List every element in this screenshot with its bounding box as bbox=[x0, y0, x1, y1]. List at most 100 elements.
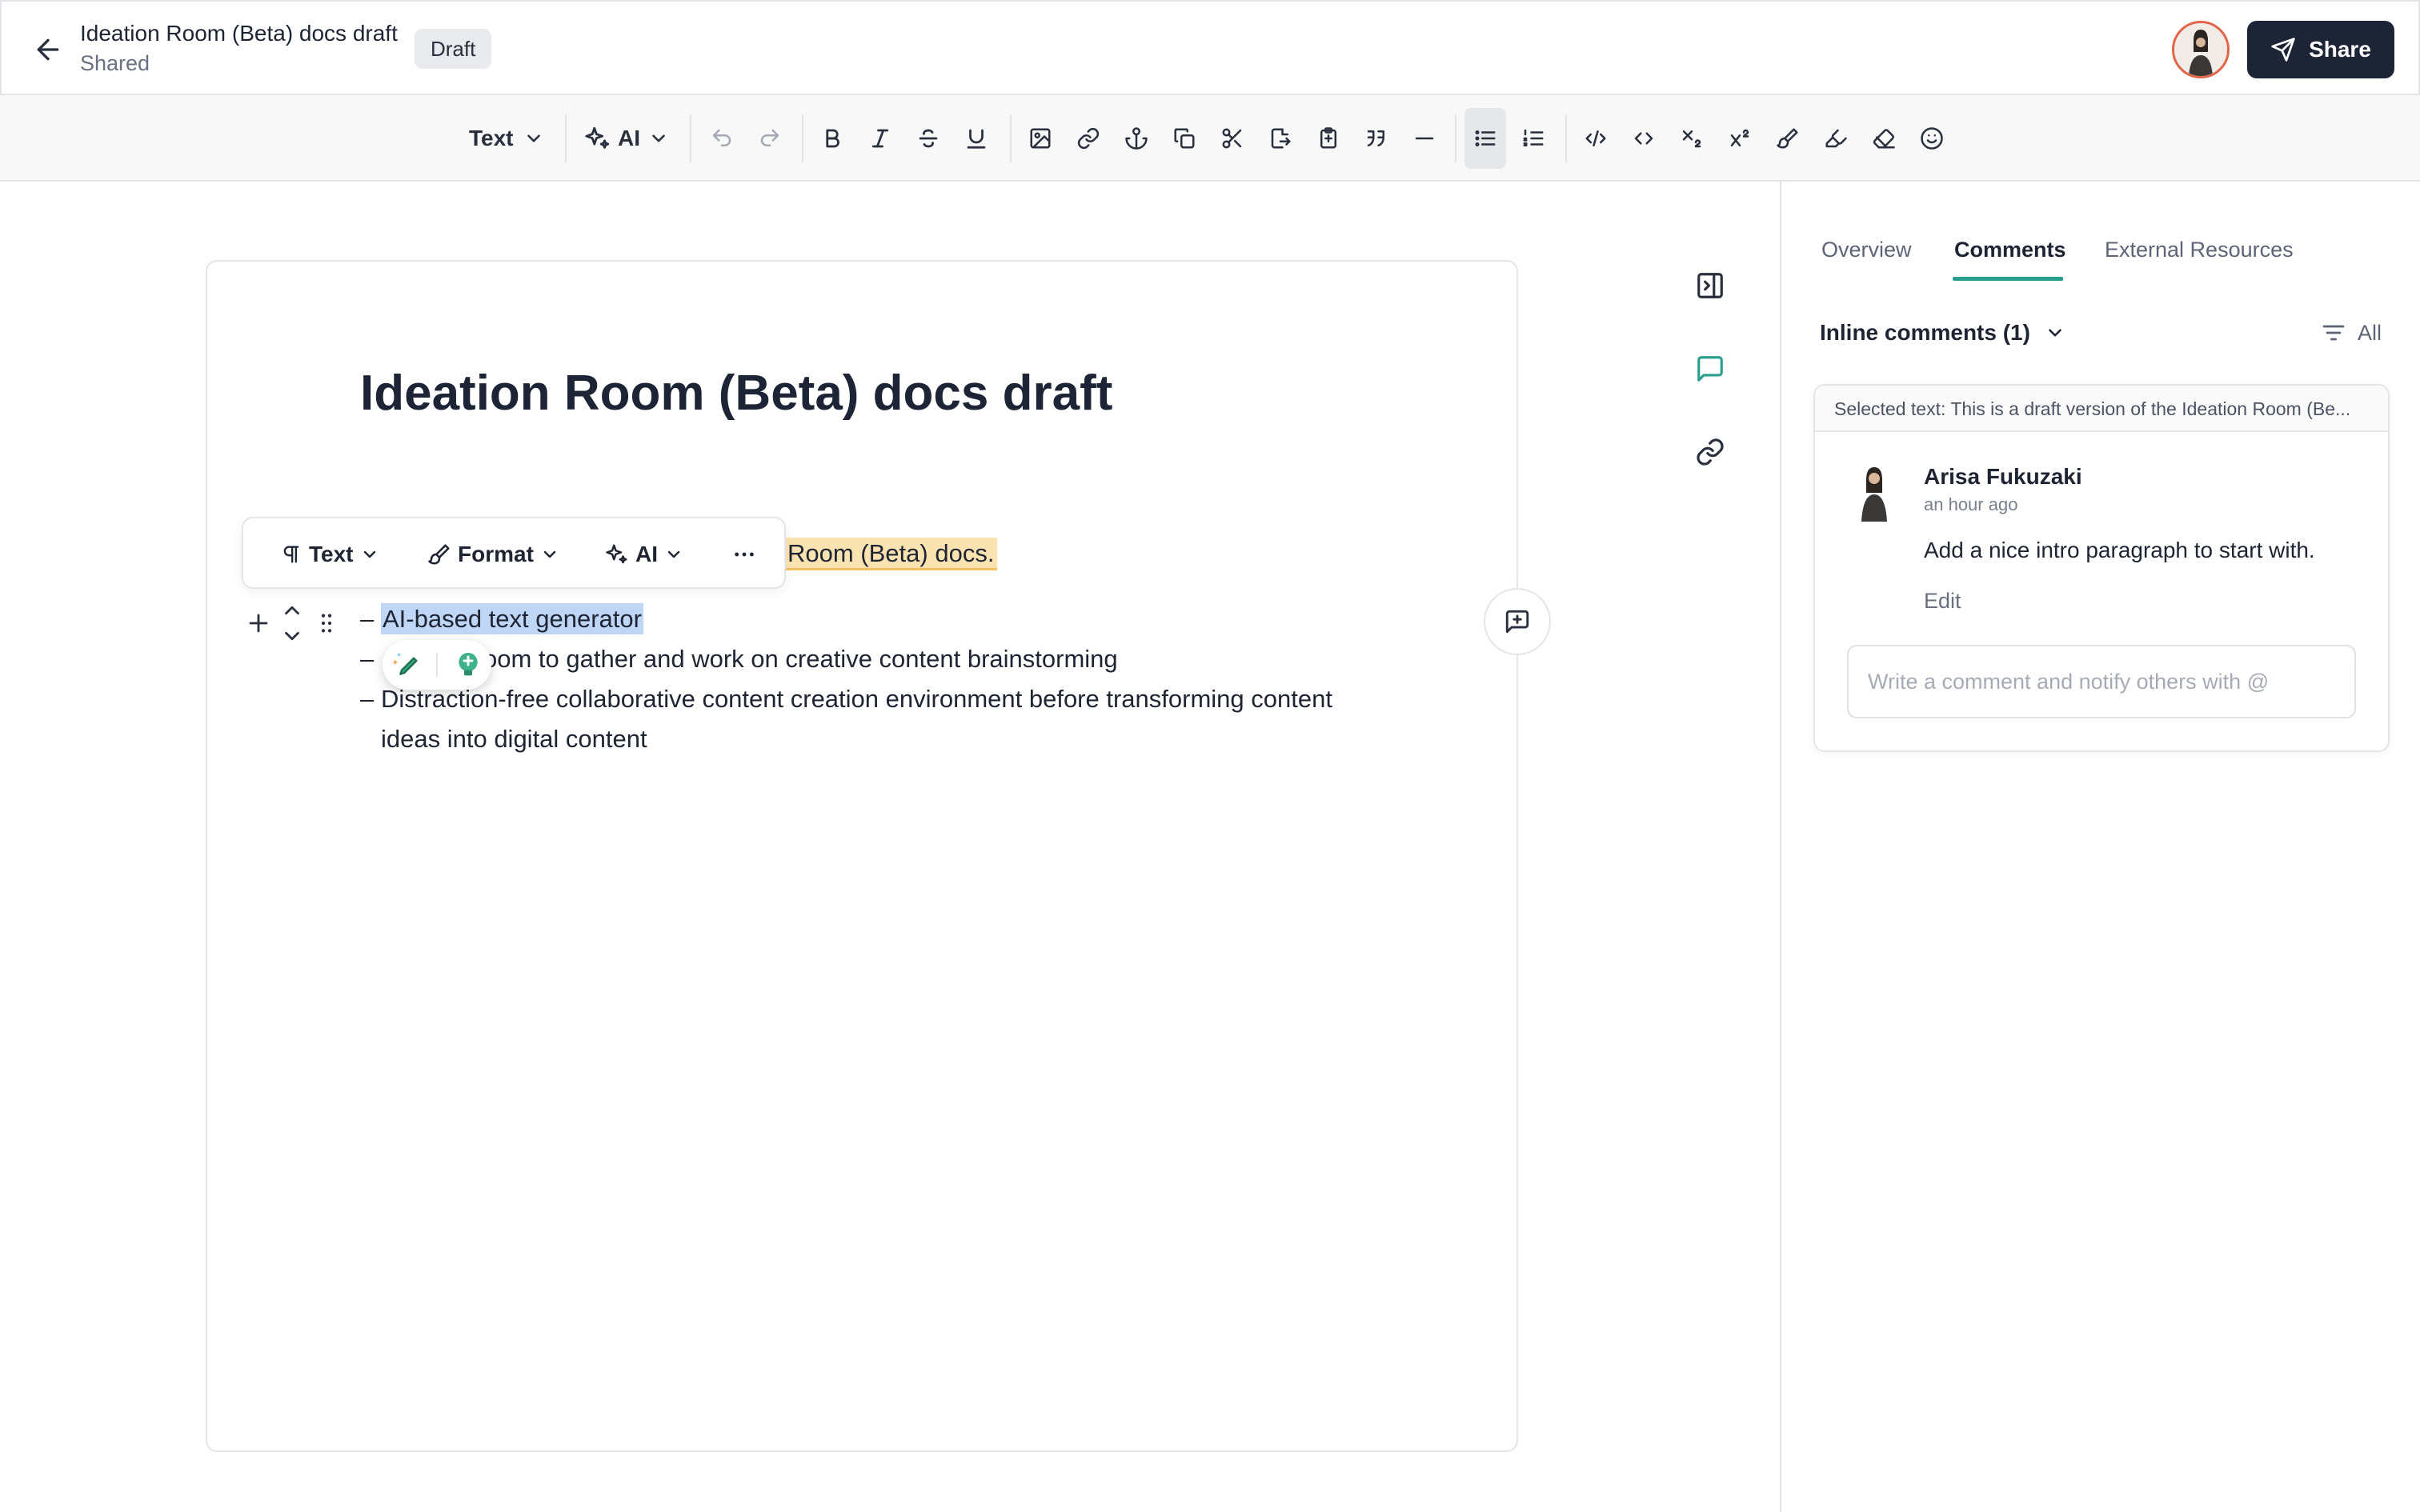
ai-label: AI bbox=[618, 126, 640, 150]
collapse-panel-icon[interactable] bbox=[1695, 270, 1730, 306]
list-item[interactable]: ideas into digital content bbox=[360, 725, 647, 754]
floating-format-label: Format bbox=[458, 542, 534, 566]
move-block-up-button[interactable] bbox=[280, 598, 304, 622]
list-item[interactable]: – Distraction-free collaborative content … bbox=[360, 685, 1332, 714]
insert-link-button[interactable] bbox=[1071, 121, 1106, 156]
inline-comments-dropdown[interactable]: Inline comments (1) bbox=[1820, 320, 2065, 346]
document-heading[interactable]: Ideation Room (Beta) docs draft bbox=[360, 365, 1112, 422]
undo-icon bbox=[704, 121, 739, 156]
eraser-icon bbox=[1866, 121, 1901, 156]
link-icon bbox=[1071, 121, 1106, 156]
bold-icon bbox=[815, 121, 850, 156]
list-dash: – bbox=[360, 605, 375, 633]
floating-text-label: Text bbox=[309, 542, 354, 566]
active-tab-indicator bbox=[1953, 277, 2063, 281]
anchor-icon bbox=[1119, 121, 1154, 156]
magic-pen-icon[interactable] bbox=[390, 649, 422, 681]
copy-button[interactable] bbox=[1167, 121, 1202, 156]
chevron-down-icon bbox=[648, 128, 669, 149]
text-style-label: Text bbox=[469, 126, 514, 150]
numbered-list-button[interactable] bbox=[1516, 121, 1551, 156]
back-arrow-icon[interactable] bbox=[32, 34, 64, 66]
brush-icon bbox=[1770, 121, 1805, 156]
inline-ai-popover bbox=[383, 640, 491, 690]
export-button[interactable] bbox=[1263, 121, 1298, 156]
strikethrough-button[interactable] bbox=[911, 121, 946, 156]
inline-code-button[interactable] bbox=[1626, 121, 1661, 156]
comment-body: Add a nice intro paragraph to start with… bbox=[1924, 538, 2315, 562]
horizontal-rule-button[interactable] bbox=[1407, 121, 1442, 156]
document-title: Ideation Room (Beta) docs draft bbox=[80, 21, 398, 46]
floating-ai-dropdown[interactable]: AI bbox=[605, 536, 683, 573]
ai-dropdown[interactable]: AI bbox=[584, 121, 669, 156]
superscript-button[interactable] bbox=[1722, 121, 1757, 156]
floating-format-dropdown[interactable]: Format bbox=[427, 536, 559, 573]
horizontal-rule-icon bbox=[1407, 121, 1442, 156]
popover-divider bbox=[436, 653, 438, 677]
blockquote-button[interactable] bbox=[1359, 121, 1394, 156]
drag-handle-icon bbox=[314, 610, 339, 637]
toolbar-divider bbox=[1010, 114, 1012, 162]
reply-comment-input[interactable] bbox=[1847, 645, 2356, 718]
list-dash: – bbox=[360, 685, 375, 713]
highlighter-button[interactable] bbox=[1818, 121, 1853, 156]
document-subtitle: Shared bbox=[80, 51, 150, 75]
editor-toolbar: Text AI bbox=[0, 95, 2420, 182]
code-block-icon bbox=[1578, 121, 1613, 156]
floating-text-dropdown[interactable]: Text bbox=[280, 536, 379, 573]
eraser-button[interactable] bbox=[1866, 121, 1901, 156]
chevron-down-icon bbox=[540, 545, 559, 564]
add-comment-button[interactable] bbox=[1484, 588, 1551, 655]
paste-button[interactable] bbox=[1311, 121, 1346, 156]
text-style-dropdown[interactable]: Text bbox=[469, 121, 544, 156]
superscript-icon bbox=[1722, 121, 1757, 156]
floating-format-toolbar: Text Format AI bbox=[242, 517, 786, 589]
user-avatar[interactable] bbox=[2172, 21, 2230, 78]
brush-button[interactable] bbox=[1770, 121, 1805, 156]
lightbulb-icon[interactable] bbox=[452, 649, 484, 681]
bullet-list-button[interactable] bbox=[1468, 121, 1503, 156]
comment-filter[interactable]: All bbox=[2321, 320, 2382, 346]
inline-comments-label: Inline comments (1) bbox=[1820, 320, 2030, 345]
share-button[interactable]: Share bbox=[2247, 21, 2394, 78]
comments-icon[interactable] bbox=[1695, 354, 1730, 389]
cut-button[interactable] bbox=[1215, 121, 1250, 156]
insert-image-button[interactable] bbox=[1023, 121, 1058, 156]
add-block-button[interactable] bbox=[245, 610, 272, 637]
move-block-down-button[interactable] bbox=[280, 624, 304, 648]
inline-code-icon bbox=[1626, 121, 1661, 156]
bold-button[interactable] bbox=[815, 121, 850, 156]
underline-button[interactable] bbox=[959, 121, 994, 156]
edit-comment-link[interactable]: Edit bbox=[1924, 589, 1961, 614]
comment-plus-icon bbox=[1504, 608, 1531, 635]
emoji-button[interactable] bbox=[1914, 121, 1949, 156]
drag-handle[interactable] bbox=[314, 610, 339, 637]
italic-button[interactable] bbox=[863, 121, 898, 156]
send-icon bbox=[2270, 37, 2296, 62]
tab-overview[interactable]: Overview bbox=[1821, 238, 1912, 262]
commented-text-highlight[interactable]: Room (Beta) docs. bbox=[786, 538, 998, 570]
list-item-text: oom to gather and work on creative conte… bbox=[483, 645, 1118, 673]
tab-external-resources[interactable]: External Resources bbox=[2105, 238, 2294, 262]
tab-comments[interactable]: Comments bbox=[1954, 238, 2066, 262]
code-block-button[interactable] bbox=[1578, 121, 1613, 156]
selected-text-quote[interactable]: Selected text: This is a draft version o… bbox=[1815, 386, 2388, 432]
share-label: Share bbox=[2309, 37, 2371, 62]
list-item[interactable]: – AI-based text generator bbox=[360, 603, 643, 634]
more-options-button[interactable] bbox=[731, 536, 757, 573]
floating-ai-label: AI bbox=[635, 542, 658, 566]
comment-author: Arisa Fukuzaki bbox=[1924, 464, 2082, 489]
toolbar-divider bbox=[1565, 114, 1567, 162]
subscript-button[interactable] bbox=[1674, 121, 1709, 156]
filter-label: All bbox=[2358, 320, 2382, 345]
commenter-avatar bbox=[1850, 464, 1898, 522]
toolbar-divider bbox=[690, 114, 691, 162]
redo-button[interactable] bbox=[752, 121, 787, 156]
chevron-down-icon bbox=[360, 545, 379, 564]
highlighter-icon bbox=[1818, 121, 1853, 156]
sparkles-icon bbox=[584, 125, 611, 152]
redo-icon bbox=[752, 121, 787, 156]
undo-button[interactable] bbox=[704, 121, 739, 156]
anchor-button[interactable] bbox=[1119, 121, 1154, 156]
link-icon[interactable] bbox=[1695, 437, 1730, 472]
